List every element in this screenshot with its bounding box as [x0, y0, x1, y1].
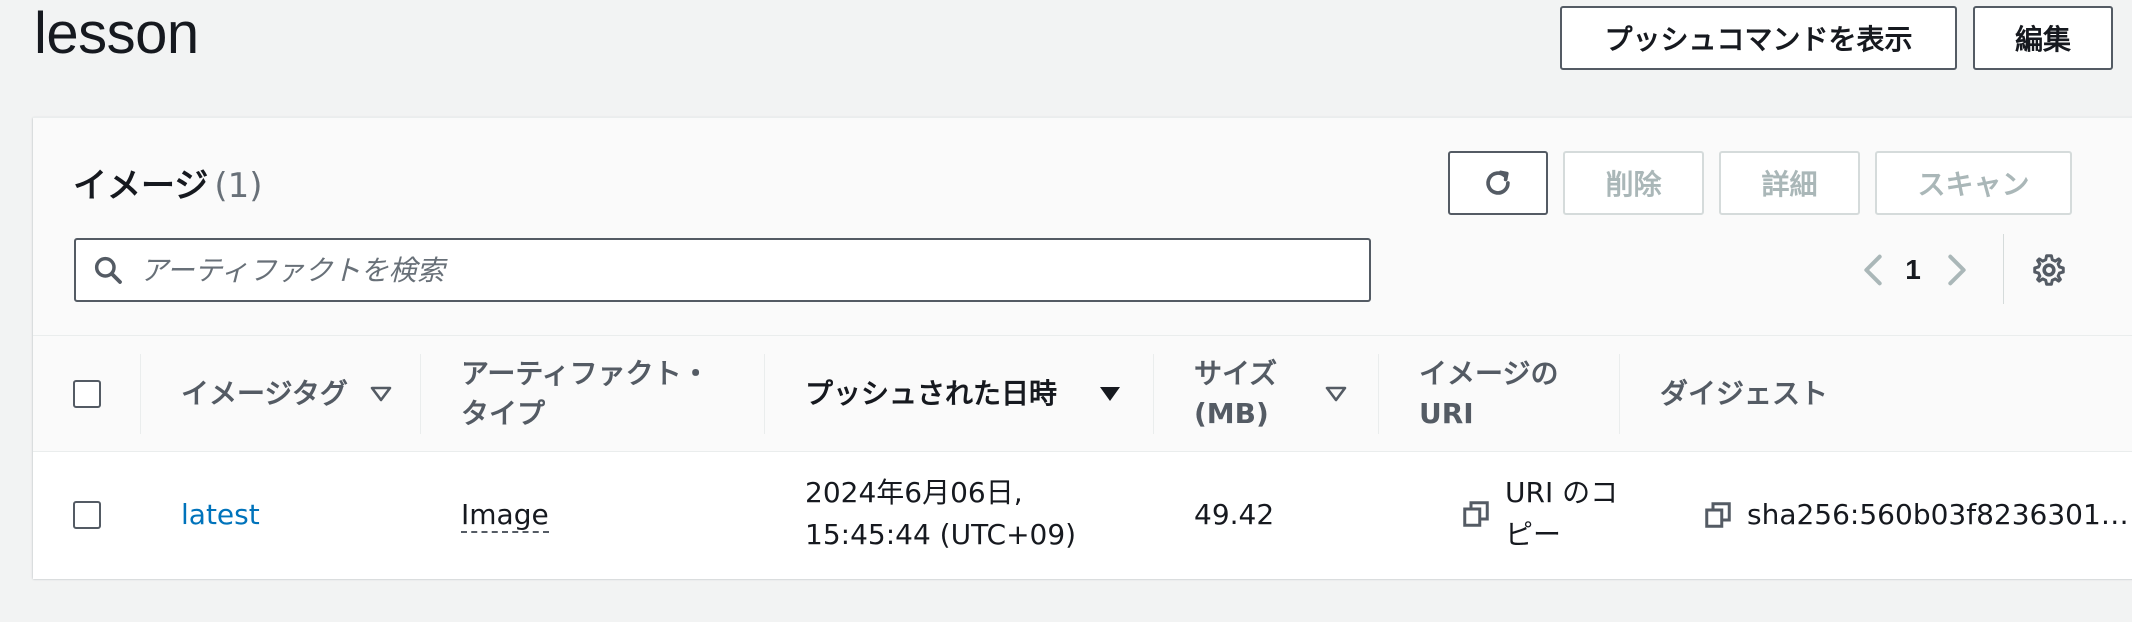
page-title: lesson [34, 1, 199, 66]
details-label: 詳細 [1761, 168, 1818, 201]
images-title-text: イメージ [73, 166, 209, 206]
scan-button[interactable]: スキャン [1875, 151, 2072, 215]
select-all-checkbox[interactable] [73, 380, 101, 408]
column-size-line2: (MB) [1194, 397, 1269, 430]
column-separator [1378, 354, 1379, 434]
column-separator [1153, 354, 1154, 434]
refresh-button[interactable] [1448, 151, 1548, 215]
previous-page-button[interactable] [1857, 246, 1889, 294]
chevron-right-icon [1948, 254, 1966, 286]
column-size-label: サイズ (MB) [1194, 354, 1277, 434]
edit-button[interactable]: 編集 [1973, 6, 2113, 70]
column-image-tag-label: イメージタグ [181, 377, 348, 410]
table-row: latest Image 2024年6月06日, 15:45:44 (UTC+0… [33, 452, 2132, 579]
column-size-line1: サイズ [1194, 357, 1278, 390]
column-pushed-at-label: プッシュされた日時 [805, 377, 1058, 410]
artifact-search[interactable] [74, 238, 1371, 302]
column-header-artifact-type[interactable]: アーティファクト・ タイプ [461, 336, 761, 452]
column-header-digest: ダイジェスト [1660, 336, 1960, 452]
copy-uri-button[interactable]: URI のコ ピー [1461, 472, 1618, 556]
copy-icon [1705, 502, 1731, 528]
column-artifact-type-line1: アーティファクト・ [461, 357, 710, 390]
next-page-button[interactable] [1941, 246, 1973, 294]
column-separator [420, 354, 421, 434]
copy-uri-line1: URI のコ [1505, 476, 1619, 509]
images-count: (1) [214, 166, 263, 206]
column-separator [764, 354, 765, 434]
column-uri-line1: イメージの [1419, 357, 1559, 390]
artifact-search-input[interactable] [140, 240, 1340, 300]
images-panel: イメージ (1) 削除 詳細 スキャン アーティファクトを検索 1 イメージタグ… [33, 117, 2132, 579]
row-select-checkbox[interactable] [73, 501, 101, 529]
size-cell: 49.42 [1194, 498, 1275, 531]
chevron-left-icon [1864, 254, 1882, 286]
column-header-image-uri: イメージの URI [1419, 336, 1619, 452]
gear-icon [2033, 254, 2065, 286]
column-separator [1619, 354, 1620, 434]
pushed-at-date: 2024年6月06日, [805, 476, 1023, 509]
column-header-pushed-at[interactable]: プッシュされた日時 [805, 336, 1165, 452]
search-icon [94, 256, 122, 284]
artifact-type-value[interactable]: Image [461, 498, 549, 533]
current-page-number[interactable]: 1 [1895, 250, 1931, 290]
copy-uri-line2: ピー [1505, 518, 1562, 551]
images-panel-title: イメージ (1) [73, 158, 263, 207]
table-header-row: イメージタグ アーティファクト・ タイプ プッシュされた日時 サイズ (MB) [33, 336, 2132, 452]
delete-button[interactable]: 削除 [1563, 151, 1704, 215]
column-artifact-type-line2: タイプ [461, 397, 546, 430]
edit-label: 編集 [2014, 23, 2071, 56]
artifact-type-cell: Image [461, 494, 549, 536]
details-button[interactable]: 詳細 [1719, 151, 1860, 215]
pushed-at-time: 15:45:44 (UTC+09) [805, 518, 1077, 551]
column-header-image-tag[interactable]: イメージタグ [181, 336, 421, 452]
images-panel-header: イメージ (1) 削除 詳細 スキャン アーティファクトを検索 1 [33, 118, 2132, 336]
scan-label: スキャン [1917, 168, 2030, 201]
column-digest-label: ダイジェスト [1660, 377, 1829, 410]
sort-triangle-icon [1325, 386, 1347, 402]
view-push-commands-button[interactable]: プッシュコマンドを表示 [1560, 6, 1957, 70]
column-header-size[interactable]: サイズ (MB) [1194, 336, 1374, 452]
digest-value: sha256:560b03f8236301… [1747, 498, 2129, 531]
pushed-at-cell: 2024年6月06日, 15:45:44 (UTC+09) [805, 472, 1076, 556]
column-separator [140, 354, 141, 434]
delete-label: 削除 [1605, 168, 1662, 201]
table-settings-button[interactable] [2029, 250, 2069, 290]
copy-icon [1463, 501, 1489, 527]
sort-descending-icon [1100, 387, 1121, 401]
copy-digest-button[interactable]: sha256:560b03f8236301… [1703, 494, 2129, 536]
sort-triangle-icon [370, 386, 392, 402]
refresh-icon [1486, 170, 1510, 195]
image-tag-link[interactable]: latest [181, 494, 260, 536]
view-push-commands-label: プッシュコマンドを表示 [1604, 23, 1913, 56]
pager-divider [2003, 234, 2004, 304]
column-uri-line2: URI [1419, 397, 1474, 430]
